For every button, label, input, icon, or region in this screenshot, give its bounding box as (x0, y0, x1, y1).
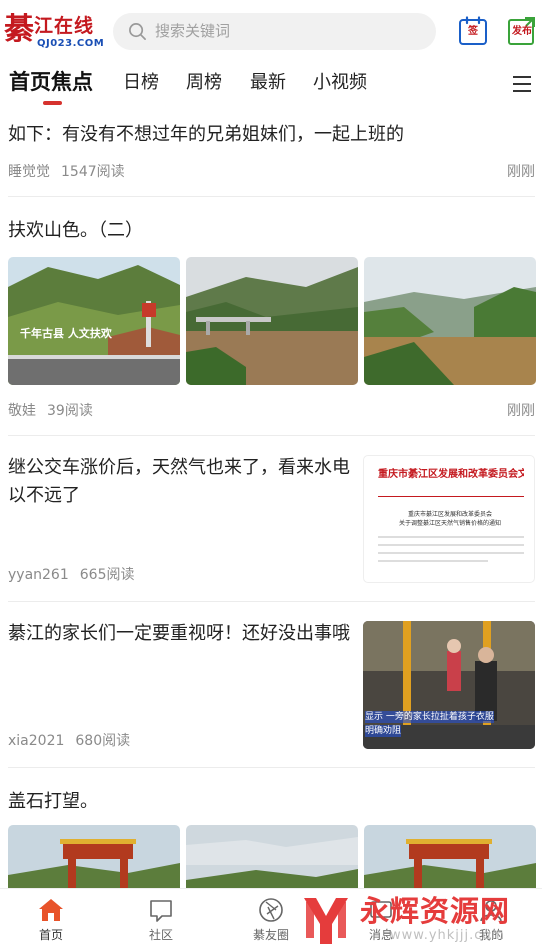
photo-thumbnail[interactable] (186, 257, 358, 385)
post-time: 刚刚 (507, 403, 535, 419)
sign-label: 签 (468, 26, 478, 37)
document-thumbnail[interactable]: 重庆市綦江区发展和改革委员会文件 重庆市綦江区发展和改革委员会 关于调整綦江区天… (363, 455, 535, 583)
logo-domain: QJ023.COM (37, 38, 105, 49)
photo-thumbnail[interactable] (364, 257, 536, 385)
watermark-url: www.yhkjjj.com (390, 928, 506, 943)
search-placeholder: 搜索关键词 (155, 22, 231, 40)
feed-item-meta: 睡觉觉 1547阅读 (8, 163, 125, 181)
photo-thumbnail[interactable] (364, 825, 536, 888)
feed-item-meta: xia2021 680阅读 (8, 732, 130, 750)
logo-name: 江在线 (34, 15, 95, 37)
feed-item[interactable]: 綦江的家长们一定要重视呀！还好没出事哦 显示 一旁的家长拉扯着孩子衣服 明确劝阻… (8, 602, 535, 768)
tab-weekly[interactable]: 周榜 (186, 70, 222, 96)
author-name: 睡觉觉 (8, 164, 50, 180)
logo-mark: 綦 (4, 12, 34, 47)
feed-item[interactable]: 继公交车涨价后，天然气也来了，看来水电以不远了 重庆市綦江区发展和改革委员会文件… (8, 436, 535, 602)
view-count: 680阅读 (75, 733, 131, 749)
nav-friends-circle[interactable]: 綦友圈 (241, 897, 301, 943)
watermark-text: 永辉资源网 (360, 894, 511, 928)
nav-home[interactable]: 首页 (21, 897, 81, 943)
tab-short-video[interactable]: 小视频 (313, 70, 367, 96)
tab-daily[interactable]: 日榜 (123, 70, 159, 96)
publish-label: 发布 (512, 26, 532, 37)
nav-home-label: 首页 (38, 928, 63, 942)
menu-icon[interactable] (513, 76, 531, 92)
post-time: 刚刚 (507, 164, 535, 180)
photo-thumbnail[interactable] (186, 825, 358, 888)
feed-item-title: 继公交车涨价后，天然气也来了，看来水电以不远了 (8, 457, 350, 506)
category-tabs: 首页焦点 日榜 周榜 最新 小视频 (0, 62, 542, 108)
chat-icon (150, 900, 172, 922)
tab-focus[interactable]: 首页焦点 (9, 68, 93, 96)
author-name: 敬娃 (8, 403, 36, 419)
video-caption-line2: 明确劝阻 (365, 725, 402, 737)
image-gallery: 千年古县 人文扶欢 (8, 257, 536, 385)
home-icon (39, 899, 63, 921)
author-name: yyan261 (8, 567, 69, 583)
app-header: 綦 江在线 QJ023.COM 搜索关键词 签 发布 (0, 0, 542, 62)
feed-item-title: 盖石打望。 (8, 791, 98, 812)
feed-item-title: 扶欢山色。（二） (8, 220, 143, 241)
tab-latest[interactable]: 最新 (250, 70, 286, 96)
publish-button[interactable]: 发布 (507, 16, 537, 46)
nav-friends-circle-label: 綦友圈 (252, 928, 289, 942)
view-count: 665阅读 (79, 567, 135, 583)
image-gallery (8, 825, 536, 888)
watermark-logo-icon (304, 898, 348, 944)
photo-thumbnail[interactable]: 千年古县 人文扶欢 (8, 257, 180, 385)
author-name: xia2021 (8, 733, 65, 749)
nav-community[interactable]: 社区 (131, 897, 191, 943)
video-caption: 显示 一旁的家长拉扯着孩子衣服 (365, 711, 494, 723)
feed-item[interactable]: 盖石打望。 (8, 768, 536, 888)
feed-item-title: 綦江的家长们一定要重视呀！还好没出事哦 (8, 623, 350, 644)
news-feed: 如下：有没有不想过年的兄弟姐妹们，一起上班的 睡觉觉 1547阅读 刚刚 扶欢山色… (0, 108, 542, 888)
sign-in-button[interactable]: 签 (458, 16, 488, 46)
feed-item[interactable]: 如下：有没有不想过年的兄弟姐妹们，一起上班的 睡觉觉 1547阅读 刚刚 (8, 108, 535, 197)
video-thumbnail[interactable]: 显示 一旁的家长拉扯着孩子衣服 明确劝阻 (363, 621, 535, 749)
photo-thumbnail[interactable] (8, 825, 180, 888)
view-count: 39阅读 (47, 403, 93, 419)
watermark: 永辉资源网 www.yhkjjj.com (298, 892, 542, 948)
feed-item-meta: yyan261 665阅读 (8, 566, 134, 584)
aperture-icon (259, 898, 283, 922)
image-caption: 千年古县 人文扶欢 (20, 327, 112, 340)
app-logo[interactable]: 綦 江在线 QJ023.COM (4, 12, 104, 52)
active-tab-indicator (43, 101, 62, 105)
view-count: 1547阅读 (61, 164, 125, 180)
document-subheading: 重庆市綦江区发展和改革委员会 关于调整綦江区天然气销售价格的通知 (398, 511, 501, 527)
search-input[interactable]: 搜索关键词 (113, 13, 436, 50)
nav-community-label: 社区 (148, 928, 173, 942)
search-icon (129, 23, 146, 40)
feed-item-meta: 敬娃 39阅读 (8, 402, 93, 420)
feed-item[interactable]: 扶欢山色。（二） 千年古县 人文扶欢 敬娃 39阅读 刚刚 (8, 197, 536, 436)
document-heading: 重庆市綦江区发展和改革委员会文件 (378, 469, 524, 480)
feed-item-title: 如下：有没有不想过年的兄弟姐妹们，一起上班的 (8, 124, 404, 145)
